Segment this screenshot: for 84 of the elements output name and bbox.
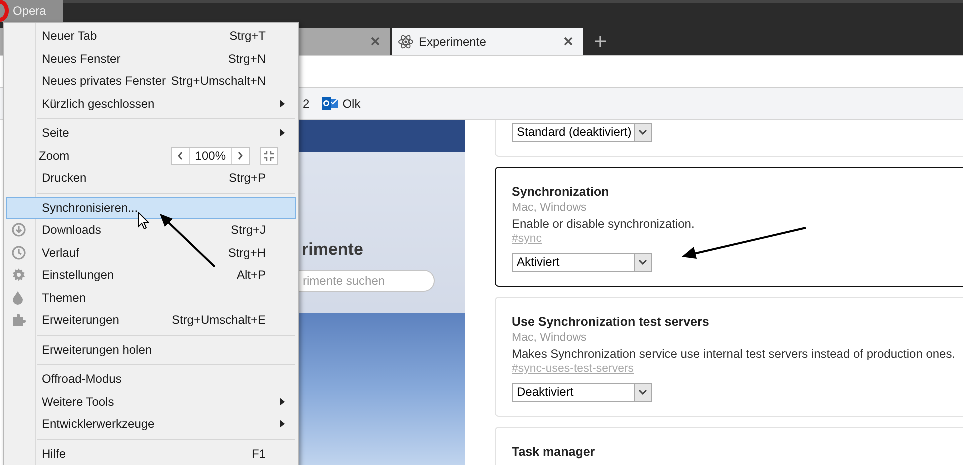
shortcut-label: Alt+P [236,267,266,284]
atom-icon [398,34,414,50]
shortcut-label: Strg+Umschalt+E [172,312,266,330]
menu-item[interactable]: Verlauf Strg+H [6,242,296,264]
menu-item[interactable]: Neues Fenster Strg+N [6,48,296,70]
bookmark-item[interactable]: Olk [322,94,361,112]
menu-item-label: Verlauf [42,244,80,262]
menu-item[interactable]: Kürzlich geschlossen [6,92,296,115]
cursor-icon [138,212,149,230]
chevron-left-icon [178,152,184,160]
menu-item[interactable]: Erweiterungen holen [6,338,296,361]
menu-item-label: Drucken [42,170,87,188]
menu-item[interactable]: Neuer Tab Strg+T [6,25,296,48]
menu-item-label: Erweiterungen [42,312,120,330]
submenu-arrow-icon [280,129,285,138]
menu-item[interactable]: Synchronisieren... [6,196,296,219]
menu-item[interactable]: Themen [6,286,296,309]
menu-item-label: Downloads [42,222,102,240]
menu-item[interactable]: Einstellungen Alt+P [6,264,296,286]
menu-item[interactable]: Seite [6,122,296,144]
menu-item-label: Neuer Tab [42,28,98,46]
shortcut-label: Strg+Umschalt+N [171,73,266,90]
menu-item-label: Seite [42,125,70,142]
gear-icon [12,268,26,282]
shortcut-label: Strg+P [228,170,266,188]
menu-item-label: Offroad-Modus [42,371,122,388]
experiment-description: Enable or disable synchronization. [512,216,696,232]
menu-item[interactable]: Weitere Tools [6,390,296,413]
new-tab-icon[interactable] [595,36,606,47]
platforms-label: Mac, Windows [512,201,588,216]
experiment-description: Makes Synchronization service use internal test servers instead of production ones. [512,346,956,362]
shortcut-label: F1 [252,446,266,463]
shortcut-label: Strg+T [230,28,266,46]
menu-item[interactable]: Neues privates Fenster Strg+Umschalt+N [6,70,296,92]
experiment-title: Use Synchronization test servers [512,314,710,330]
submenu-arrow-icon [280,398,285,406]
menu-item[interactable]: Hilfe F1 [6,442,296,465]
drop-icon [12,290,24,305]
chevron-down-icon [639,390,647,395]
shortcut-label: Strg+J [230,222,266,240]
chevron-down-icon [639,130,647,135]
experiment-title: Task manager [512,444,596,460]
menu-item-label: Zoom [39,148,70,165]
chevron-down-icon [639,260,647,265]
menu-item-label: Synchronisieren... [42,200,138,217]
close-icon[interactable] [564,37,573,46]
menu-item-label: Einstellungen [42,267,114,284]
zoom-control[interactable]: 100% [171,146,250,165]
clock-icon [12,246,26,260]
download-icon [12,223,26,238]
annotation-arrow [158,212,218,268]
platforms-label: Mac, Windows [512,331,588,346]
menu-item-label: Neues Fenster [42,50,121,68]
close-icon[interactable] [371,37,380,46]
submenu-arrow-icon [280,420,285,428]
menu-item-label: Weitere Tools [42,394,114,411]
chevron-right-icon [238,152,243,160]
menu-item[interactable]: Erweiterungen Strg+Umschalt+E [6,309,296,332]
menu-item-label: Kürzlich geschlossen [42,96,155,113]
dropdown-select[interactable]: Standard (deaktiviert) [512,123,652,142]
bookmark-item[interactable]: 2 [303,94,310,112]
menu-item-label: Erweiterungen holen [42,342,152,359]
menu-item[interactable]: Downloads Strg+J [6,219,296,242]
shortcut-label: Strg+H [228,244,266,262]
dropdown-select[interactable]: Deaktiviert [512,383,652,402]
submenu-arrow-icon [280,100,285,108]
zoom-value: 100% [194,148,227,165]
fullscreen-button[interactable] [260,146,278,165]
dropdown-select[interactable]: Aktiviert [512,253,652,272]
browser-tab[interactable]: Experimente [392,28,583,55]
page-heading: rimente [302,240,364,260]
fullscreen-icon [264,150,274,161]
menu-item[interactable]: Entwicklerwerkzeuge [6,413,296,436]
experiment-title: Synchronization [512,184,610,200]
menu-item[interactable]: Drucken Strg+P [6,167,296,190]
tab-title: Experimente [419,34,486,50]
shortcut-label: Strg+N [228,50,266,68]
menu-item-label: Neues privates Fenster [42,73,166,90]
puzzle-icon [12,313,26,328]
mail-app-icon [322,96,338,111]
menu-item[interactable]: Offroad-Modus [6,368,296,390]
menu-item-label: Themen [42,290,86,307]
menu-item-label: Hilfe [42,446,66,463]
menu-item-label: Entwicklerwerkzeuge [42,416,155,434]
